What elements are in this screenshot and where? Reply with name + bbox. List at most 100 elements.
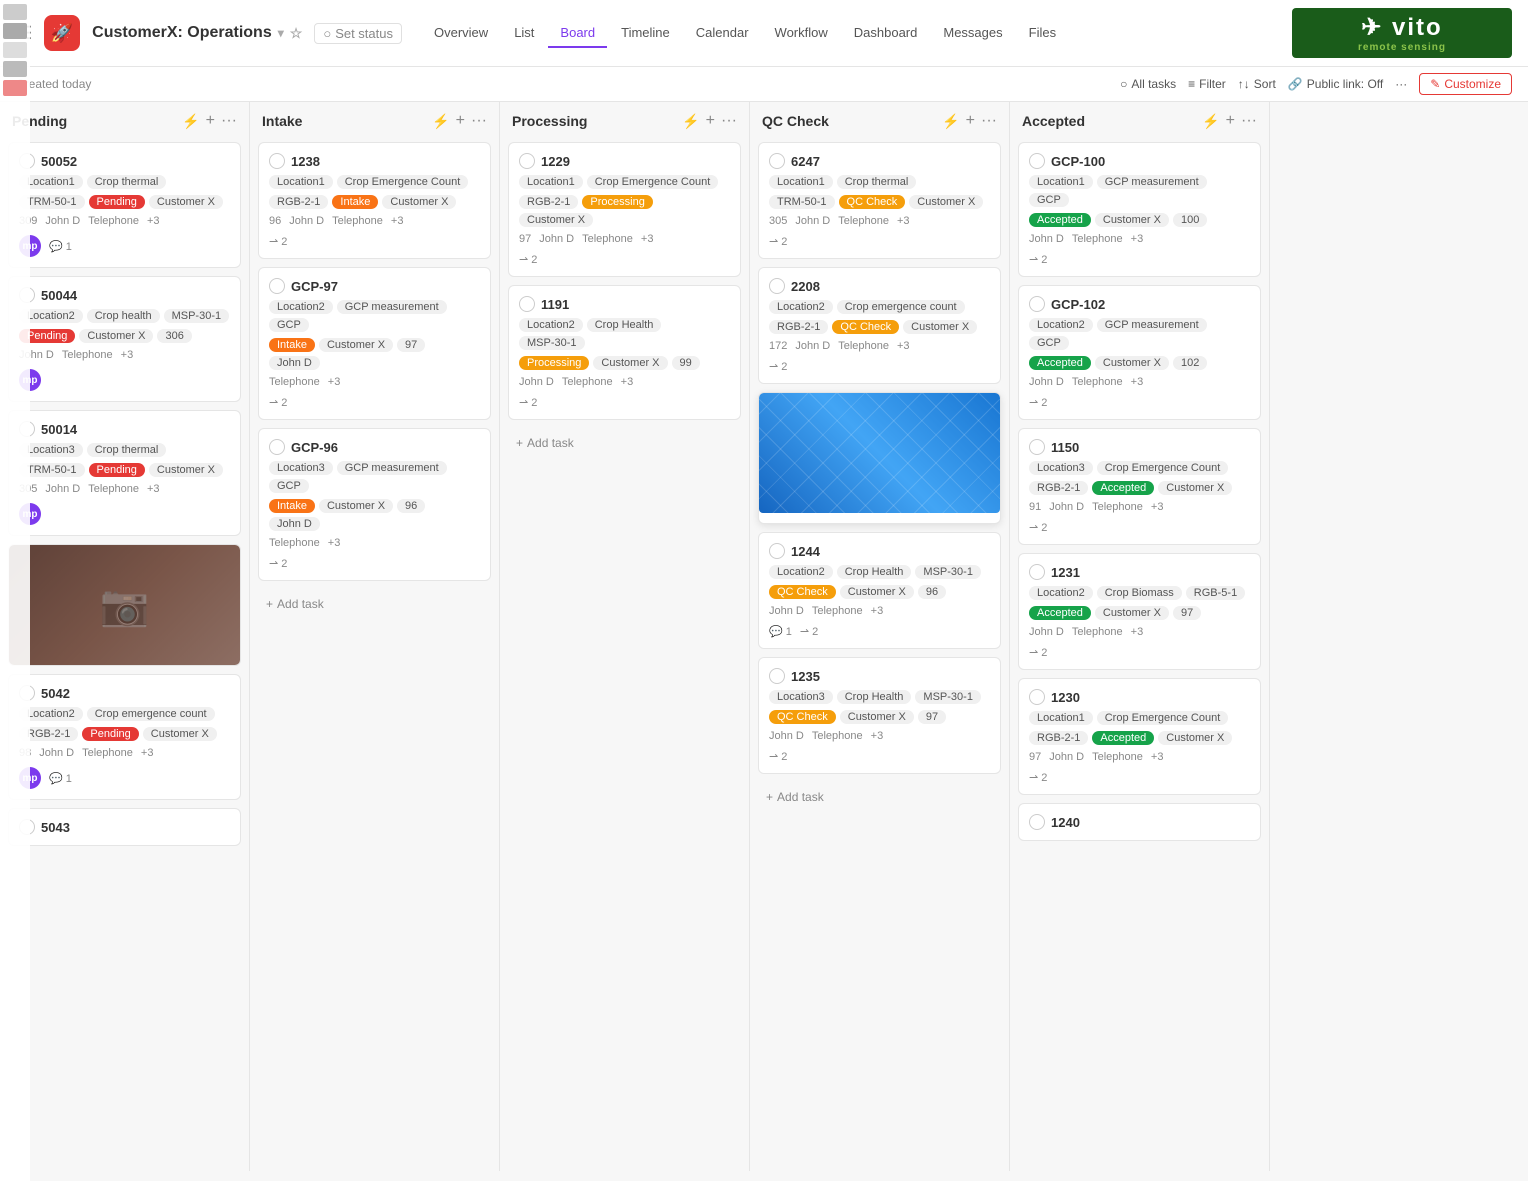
card-gcp102-check[interactable] bbox=[1029, 296, 1045, 312]
card-1150-check[interactable] bbox=[1029, 439, 1045, 455]
card-1230-check[interactable] bbox=[1029, 689, 1045, 705]
card-gcp102-status: Accepted Customer X 102 bbox=[1029, 356, 1250, 370]
all-tasks-button[interactable]: ○ All tasks bbox=[1120, 77, 1176, 91]
qc-add-task[interactable]: + Add task bbox=[758, 786, 1001, 808]
tab-messages[interactable]: Messages bbox=[931, 19, 1014, 48]
accepted-bolt-icon[interactable]: ⚡ bbox=[1202, 113, 1219, 130]
intake-add-task[interactable]: + Add task bbox=[258, 593, 491, 615]
tab-overview[interactable]: Overview bbox=[422, 19, 500, 48]
card-gcp97[interactable]: GCP-97 Location2 GCP measurement GCP Int… bbox=[258, 267, 491, 420]
intake-bolt-icon[interactable]: ⚡ bbox=[432, 113, 449, 130]
card-1235-check[interactable] bbox=[769, 668, 785, 684]
tab-workflow[interactable]: Workflow bbox=[763, 19, 840, 48]
intake-add-icon[interactable]: + bbox=[456, 112, 465, 130]
card-1244[interactable]: 1244 Location2 Crop Health MSP-30-1 QC C… bbox=[758, 532, 1001, 649]
tag-crop-thermal: Crop thermal bbox=[87, 443, 167, 457]
card-1231-check[interactable] bbox=[1029, 564, 1045, 580]
card-1244-check[interactable] bbox=[769, 543, 785, 559]
card-6247-check[interactable] bbox=[769, 153, 785, 169]
tab-dashboard[interactable]: Dashboard bbox=[842, 19, 930, 48]
card-5042[interactable]: 5042 Location2 Crop emergence count RGB-… bbox=[8, 674, 241, 800]
card-1191-check[interactable] bbox=[519, 296, 535, 312]
tag-johnd: John D bbox=[269, 356, 320, 370]
accepted-more-icon[interactable]: ··· bbox=[1241, 112, 1257, 130]
card-1150[interactable]: 1150 Location3 Crop Emergence Count RGB-… bbox=[1018, 428, 1261, 545]
card-map-image[interactable] bbox=[758, 392, 1001, 524]
tab-board[interactable]: Board bbox=[548, 19, 607, 48]
public-link-button[interactable]: 🔗 Public link: Off bbox=[1288, 77, 1383, 91]
pending-add-icon[interactable]: + bbox=[206, 112, 215, 130]
status-circle-icon: ○ bbox=[323, 26, 331, 41]
customize-button[interactable]: ✎ Customize bbox=[1419, 73, 1512, 95]
tag-gcp-measurement: GCP measurement bbox=[337, 461, 447, 475]
processing-add-icon[interactable]: + bbox=[706, 112, 715, 130]
tag-306: 306 bbox=[157, 329, 191, 343]
tag-customer-x: Customer X bbox=[1095, 213, 1169, 227]
pending-more-icon[interactable]: ··· bbox=[221, 112, 237, 130]
card-1238[interactable]: 1238 Location1 Crop Emergence Count RGB-… bbox=[258, 142, 491, 259]
status-button[interactable]: ○ Set status bbox=[314, 23, 402, 44]
card-50044[interactable]: 50044 Location2 Crop health MSP-30-1 Pen… bbox=[8, 276, 241, 402]
qc-bolt-icon[interactable]: ⚡ bbox=[942, 113, 959, 130]
card-gcp96[interactable]: GCP-96 Location3 GCP measurement GCP Int… bbox=[258, 428, 491, 581]
tag-rgb: RGB-2-1 bbox=[269, 195, 328, 209]
tag-crop-health: Crop health bbox=[87, 309, 160, 323]
star-icon[interactable]: ☆ bbox=[290, 25, 303, 42]
tab-list[interactable]: List bbox=[502, 19, 546, 48]
card-1231[interactable]: 1231 Location2 Crop Biomass RGB-5-1 Acce… bbox=[1018, 553, 1261, 670]
card-1229-meta: ⇀ 2 bbox=[519, 253, 730, 266]
card-1191-meta: ⇀ 2 bbox=[519, 396, 730, 409]
card-1229-check[interactable] bbox=[519, 153, 535, 169]
card-2208[interactable]: 2208 Location2 Crop emergence count RGB-… bbox=[758, 267, 1001, 384]
card-1229[interactable]: 1229 Location1 Crop Emergence Count RGB-… bbox=[508, 142, 741, 277]
card-gcp102-footer: John D Telephone +3 bbox=[1029, 376, 1250, 388]
card-image-dirt[interactable]: 📷 bbox=[8, 544, 241, 666]
tag-customer-x: Customer X bbox=[840, 710, 914, 724]
filter-button[interactable]: ≡ Filter bbox=[1188, 77, 1226, 91]
card-gcp100[interactable]: GCP-100 Location1 GCP measurement GCP Ac… bbox=[1018, 142, 1261, 277]
tag-customer-x: Customer X bbox=[840, 585, 914, 599]
processing-bolt-icon[interactable]: ⚡ bbox=[682, 113, 699, 130]
card-gcp102[interactable]: GCP-102 Location2 GCP measurement GCP Ac… bbox=[1018, 285, 1261, 420]
more-options-button[interactable]: ··· bbox=[1395, 77, 1407, 91]
vito-logo: ✈ vito remote sensing bbox=[1292, 8, 1512, 58]
sort-button[interactable]: ↑↓ Sort bbox=[1238, 77, 1276, 91]
card-1240-check[interactable] bbox=[1029, 814, 1045, 830]
card-6247[interactable]: 6247 Location1 Crop thermal TRM-50-1 QC … bbox=[758, 142, 1001, 259]
card-1240[interactable]: 1240 bbox=[1018, 803, 1261, 841]
pending-bolt-icon[interactable]: ⚡ bbox=[182, 113, 199, 130]
card-2208-check[interactable] bbox=[769, 278, 785, 294]
tab-calendar[interactable]: Calendar bbox=[684, 19, 761, 48]
intake-more-icon[interactable]: ··· bbox=[471, 112, 487, 130]
card-5043[interactable]: 5043 bbox=[8, 808, 241, 846]
title-dropdown-icon[interactable]: ▾ bbox=[278, 26, 284, 40]
card-1229-title: 1229 bbox=[519, 153, 730, 169]
sort-label: Sort bbox=[1254, 77, 1276, 91]
tab-timeline[interactable]: Timeline bbox=[609, 19, 682, 48]
tag-gcp: GCP bbox=[269, 479, 309, 493]
tag-johnd: John D bbox=[269, 517, 320, 531]
card-1235[interactable]: 1235 Location3 Crop Health MSP-30-1 QC C… bbox=[758, 657, 1001, 774]
card-50014[interactable]: 50014 Location3 Crop thermal TRM-50-1 Pe… bbox=[8, 410, 241, 536]
sub-bar-actions: ○ All tasks ≡ Filter ↑↓ Sort 🔗 Public li… bbox=[1120, 73, 1512, 95]
qc-add-icon[interactable]: + bbox=[966, 112, 975, 130]
card-gcp96-check[interactable] bbox=[269, 439, 285, 455]
tab-files[interactable]: Files bbox=[1017, 19, 1068, 48]
card-gcp97-check[interactable] bbox=[269, 278, 285, 294]
card-1230[interactable]: 1230 Location1 Crop Emergence Count RGB-… bbox=[1018, 678, 1261, 795]
card-1230-title: 1230 bbox=[1029, 689, 1250, 705]
processing-more-icon[interactable]: ··· bbox=[721, 112, 737, 130]
card-1191-status: Processing Customer X 99 bbox=[519, 356, 730, 370]
card-gcp100-check[interactable] bbox=[1029, 153, 1045, 169]
processing-add-task[interactable]: + Add task bbox=[508, 432, 741, 454]
tag-rgb: RGB-2-1 bbox=[769, 320, 828, 334]
qc-more-icon[interactable]: ··· bbox=[981, 112, 997, 130]
accepted-add-icon[interactable]: + bbox=[1226, 112, 1235, 130]
card-gcp97-title: GCP-97 bbox=[269, 278, 480, 294]
card-1230-status: RGB-2-1 Accepted Customer X bbox=[1029, 731, 1250, 745]
card-1191[interactable]: 1191 Location2 Crop Health MSP-30-1 Proc… bbox=[508, 285, 741, 420]
card-1244-status: QC Check Customer X 96 bbox=[769, 585, 990, 599]
card-1238-check[interactable] bbox=[269, 153, 285, 169]
card-50052[interactable]: 50052 Location1 Crop thermal TRM-50-1 Pe… bbox=[8, 142, 241, 268]
card-5042-title: 5042 bbox=[19, 685, 230, 701]
